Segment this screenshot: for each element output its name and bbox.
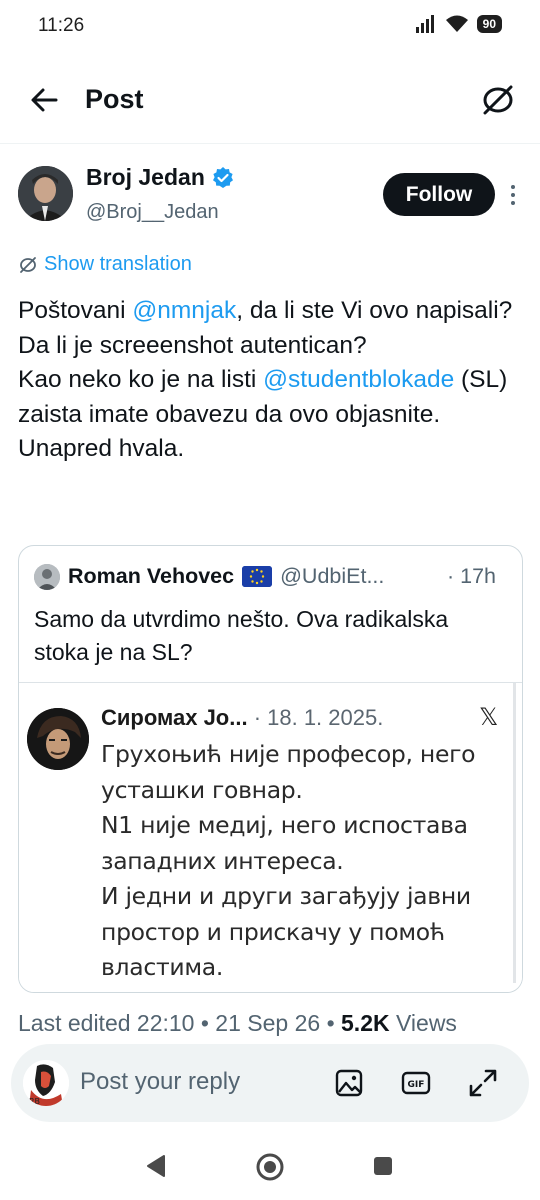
quote-author-avatar bbox=[34, 564, 60, 590]
screenshot-header: Сиромах Јо... · 18. 1. 2025. bbox=[101, 705, 383, 731]
circle-home-icon bbox=[256, 1153, 284, 1181]
post-text-segment: Kao neko ko je na listi bbox=[18, 366, 264, 393]
screenshot-date: · 18. 1. 2025. bbox=[247, 705, 384, 730]
author-name[interactable]: Broj Jedan bbox=[86, 164, 235, 191]
screenshot-scroll-edge bbox=[513, 683, 516, 983]
screenshot-text-line: западних интереса. bbox=[101, 846, 344, 875]
arrow-left-icon bbox=[31, 88, 58, 112]
expand-reply-button[interactable] bbox=[467, 1067, 499, 1099]
author-avatar[interactable] bbox=[18, 166, 73, 221]
system-nav-bar bbox=[0, 1138, 540, 1200]
back-button[interactable] bbox=[26, 84, 62, 116]
screenshot-text-line: усташки говнар. bbox=[101, 775, 303, 804]
quote-header: Roman Vehovec @UdbiEt... · 17h bbox=[68, 564, 508, 589]
more-dot-icon bbox=[511, 185, 515, 189]
quote-author-photo bbox=[34, 564, 60, 590]
add-gif-button[interactable]: GIF bbox=[400, 1067, 432, 1099]
screenshot-avatar bbox=[27, 708, 89, 770]
top-app-bar: Post bbox=[0, 70, 540, 130]
triangle-back-icon bbox=[147, 1155, 165, 1177]
quote-author-name: Roman Vehovec bbox=[68, 564, 235, 588]
gif-icon: GIF bbox=[401, 1071, 431, 1095]
header-divider bbox=[0, 143, 540, 144]
reply-input[interactable]: Post your reply bbox=[80, 1068, 240, 1096]
quoted-post-card[interactable]: Roman Vehovec @UdbiEt... · 17h Samo da u… bbox=[18, 545, 523, 993]
reply-bar[interactable]: RB Post your reply GIF bbox=[11, 1044, 529, 1122]
add-image-button[interactable] bbox=[333, 1067, 365, 1099]
quote-author-handle: @UdbiEt... bbox=[280, 564, 385, 588]
image-icon bbox=[335, 1069, 363, 1097]
nav-home-button[interactable] bbox=[255, 1152, 285, 1187]
screenshot-text-line: И једни и други загађују јавни bbox=[101, 882, 471, 910]
status-bar: 11:26 90 bbox=[0, 0, 540, 56]
author-handle[interactable]: @Broj__Jedan bbox=[86, 201, 219, 224]
translate-button[interactable] bbox=[480, 82, 516, 118]
show-translation-label: Show translation bbox=[44, 253, 192, 275]
eu-flag-icon bbox=[242, 566, 273, 587]
quote-screenshot-image[interactable]: Сиромах Јо... · 18. 1. 2025. 𝕏 Грухоњић … bbox=[19, 682, 522, 992]
screenshot-text-line: Грухоњић није професор, него bbox=[101, 740, 476, 768]
translate-small-icon bbox=[20, 256, 36, 273]
post-text: Poštovani @nmnjak, da li ste Vi ovo napi… bbox=[18, 294, 523, 467]
mention-studentblokade[interactable]: @studentblokade bbox=[263, 366, 454, 393]
views-count: 5.2K bbox=[341, 1010, 390, 1036]
screenshot-text: Грухоњић није професор, него усташки гов… bbox=[101, 737, 511, 986]
more-options-button[interactable] bbox=[505, 180, 521, 210]
wifi-icon bbox=[445, 15, 468, 32]
author-photo bbox=[18, 166, 73, 221]
follow-button[interactable]: Follow bbox=[383, 173, 495, 216]
signal-icon bbox=[415, 15, 434, 33]
post-meta: Last edited 22:10 • 21 Sep 26 • 5.2K Vie… bbox=[18, 1010, 457, 1037]
show-translation-link[interactable]: Show translation bbox=[18, 253, 192, 276]
page-title: Post bbox=[85, 84, 144, 114]
square-recents-icon bbox=[374, 1157, 392, 1175]
mention-nmnjak[interactable]: @nmnjak bbox=[132, 297, 236, 324]
status-time: 11:26 bbox=[38, 15, 85, 36]
battery-indicator: 90 bbox=[476, 15, 502, 33]
screenshot-author-name: Сиромах Јо... bbox=[101, 705, 248, 730]
my-avatar: RB bbox=[23, 1060, 69, 1106]
screenshot-text-line: простор и прискачу у помоћ bbox=[101, 917, 445, 946]
author-name-text: Broj Jedan bbox=[86, 164, 205, 190]
translate-icon bbox=[483, 85, 513, 115]
verified-badge-icon bbox=[212, 166, 233, 188]
x-logo-icon: 𝕏 bbox=[479, 704, 499, 731]
edited-timestamp[interactable]: Last edited 22:10 • 21 Sep 26 • bbox=[18, 1010, 341, 1036]
nav-recents-button[interactable] bbox=[371, 1152, 395, 1185]
expand-icon bbox=[469, 1069, 497, 1097]
status-icons: 90 bbox=[415, 15, 502, 33]
quote-timestamp: · 17h bbox=[446, 564, 496, 588]
views-label: Views bbox=[389, 1010, 457, 1036]
post-text-segment: Poštovani bbox=[18, 297, 133, 324]
screenshot-text-line: властима. bbox=[101, 953, 224, 981]
screenshot-text-line: N1 није медиј, него испостава bbox=[101, 811, 468, 839]
quote-text: Samo da utvrdimo nešto. Ova radikalska s… bbox=[34, 606, 449, 665]
svg-text:GIF: GIF bbox=[408, 1080, 425, 1090]
nav-back-button[interactable] bbox=[144, 1152, 168, 1185]
post-text-segment: Unapred hvala. bbox=[18, 435, 185, 462]
svg-text:RB: RB bbox=[29, 1097, 40, 1106]
